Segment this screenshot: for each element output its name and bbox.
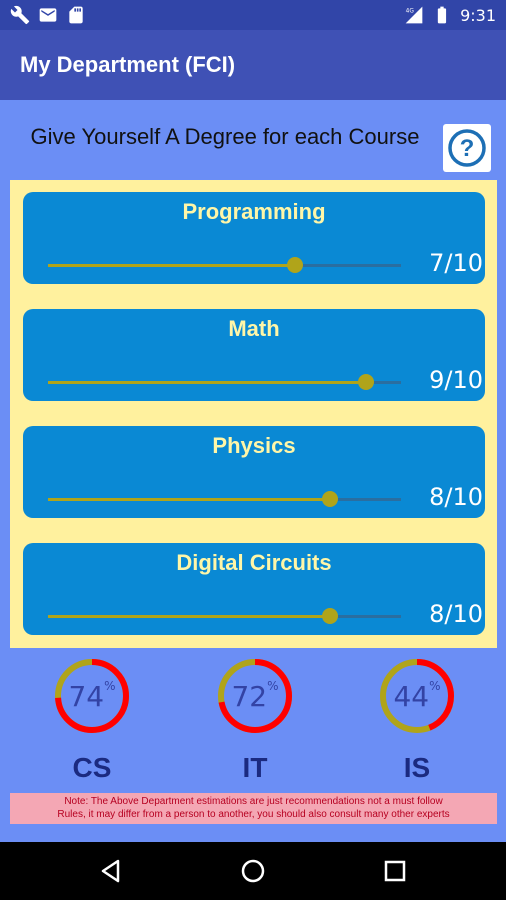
svg-text:4G: 4G bbox=[406, 9, 415, 15]
department-it: 72% IT bbox=[215, 656, 295, 783]
department-name: IT bbox=[242, 752, 268, 783]
slider-thumb[interactable] bbox=[357, 374, 374, 390]
course-title: Physics bbox=[212, 433, 296, 458]
slider-thumb[interactable] bbox=[322, 491, 339, 507]
status-bar: 4G 9:31 bbox=[0, 0, 506, 30]
slider-thumb[interactable] bbox=[322, 608, 339, 624]
note-line-1: Note: The Above Department estimations a… bbox=[64, 796, 443, 807]
svg-text:?: ? bbox=[460, 135, 475, 162]
instructions-text: Give Yourself A Degree for each Course bbox=[30, 124, 420, 149]
email-icon bbox=[39, 8, 57, 22]
course-score: 9/10 bbox=[429, 366, 483, 394]
course-title: Programming bbox=[182, 199, 326, 224]
department-name: CS bbox=[72, 752, 112, 783]
course-title: Digital Circuits bbox=[176, 550, 332, 575]
signal-4g-icon: 4G bbox=[405, 6, 423, 24]
department-cs: 74% CS bbox=[52, 656, 132, 783]
course-slider[interactable] bbox=[48, 491, 401, 507]
course-title: Math bbox=[228, 316, 280, 341]
help-button[interactable]: ? bbox=[443, 124, 491, 172]
course-score: 8/10 bbox=[429, 483, 483, 511]
home-icon[interactable] bbox=[240, 858, 266, 884]
slider-thumb[interactable] bbox=[287, 257, 304, 273]
percent-label: 74% bbox=[52, 656, 132, 736]
percent-symbol: % bbox=[104, 679, 116, 693]
sd-card-icon bbox=[69, 6, 83, 24]
department-is: 44% IS bbox=[377, 656, 457, 783]
battery-icon bbox=[437, 6, 447, 24]
courses-panel: Programming 7/10 Math 9/10 Physics 8/10 … bbox=[10, 180, 497, 648]
back-icon[interactable] bbox=[98, 858, 124, 884]
app-title: My Department (FCI) bbox=[20, 52, 236, 77]
percent-symbol: % bbox=[429, 679, 441, 693]
course-score: 8/10 bbox=[429, 600, 483, 628]
course-card-digital-circuits: Digital Circuits 8/10 bbox=[23, 543, 485, 635]
status-time: 9:31 bbox=[460, 5, 496, 25]
course-card-programming: Programming 7/10 bbox=[23, 192, 485, 284]
course-slider[interactable] bbox=[48, 608, 401, 624]
course-card-physics: Physics 8/10 bbox=[23, 426, 485, 518]
navigation-bar bbox=[0, 842, 506, 900]
app-bar: My Department (FCI) bbox=[0, 30, 506, 100]
percent-value: 74 bbox=[68, 679, 105, 713]
course-score: 7/10 bbox=[429, 249, 483, 277]
course-slider[interactable] bbox=[48, 257, 401, 273]
wrench-icon bbox=[10, 5, 30, 25]
percent-label: 72% bbox=[215, 656, 295, 736]
department-name: IS bbox=[403, 752, 431, 783]
help-icon: ? bbox=[448, 129, 486, 167]
course-slider[interactable] bbox=[48, 374, 401, 390]
percent-value: 72 bbox=[231, 679, 268, 713]
note-line-2: Rules, it may differ from a person to an… bbox=[57, 809, 450, 820]
recents-icon[interactable] bbox=[382, 858, 408, 884]
percent-symbol: % bbox=[267, 679, 279, 693]
disclaimer-note: Note: The Above Department estimations a… bbox=[10, 793, 497, 824]
percent-label: 44% bbox=[377, 656, 457, 736]
percent-value: 44 bbox=[393, 679, 430, 713]
course-card-math: Math 9/10 bbox=[23, 309, 485, 401]
